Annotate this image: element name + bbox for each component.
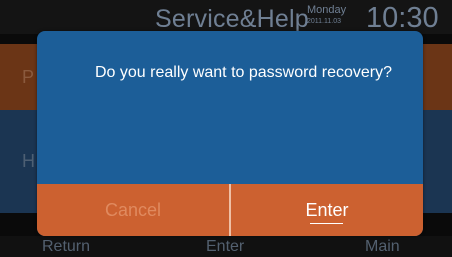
enter-label: Enter [305, 199, 349, 220]
date-label: 2011.11.03 [307, 18, 341, 25]
clock-time: 10:30 [366, 2, 439, 34]
main-button[interactable]: Main [365, 238, 400, 256]
confirmation-dialog: Do you really want to password recovery?… [37, 31, 423, 236]
menu-item-label: P [22, 67, 35, 87]
cancel-button[interactable]: Cancel [37, 184, 231, 236]
day-label: Monday [307, 4, 347, 16]
enter-button[interactable]: Enter [231, 184, 423, 236]
password-recovery-screen: Service&Help Monday 2011.11.03 10:30 P H… [0, 0, 452, 257]
dialog-button-bar: Cancel Enter [37, 184, 423, 236]
header-bar: Service&Help Monday 2011.11.03 10:30 [0, 0, 452, 34]
page-title: Service&Help [155, 5, 309, 33]
dialog-message: Do you really want to password recovery? [95, 64, 393, 81]
footer-enter-button[interactable]: Enter [206, 238, 244, 256]
menu-item-label: H [22, 151, 35, 171]
return-button[interactable]: Return [42, 238, 90, 256]
selection-underline [310, 223, 343, 224]
cancel-label: Cancel [104, 199, 162, 220]
footer-bar: Return Enter Main [0, 236, 452, 257]
